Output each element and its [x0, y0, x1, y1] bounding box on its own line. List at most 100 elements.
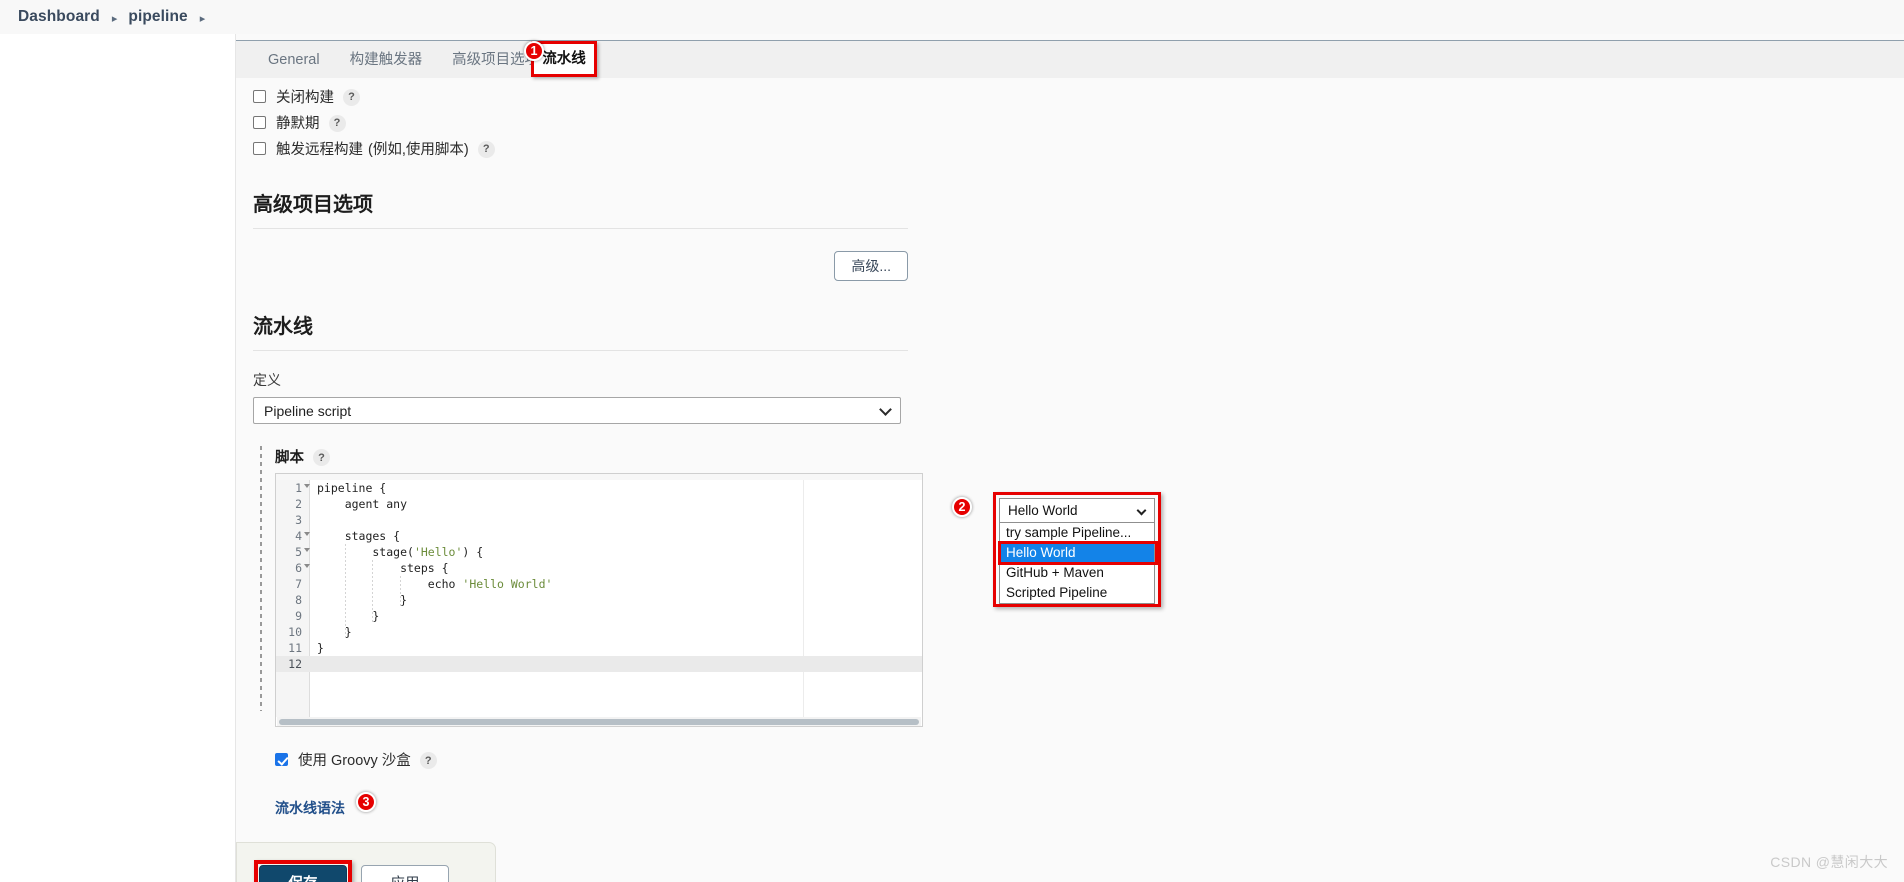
checkbox-label-disable-build: 关闭构建: [276, 89, 334, 106]
annotation-badge-1: 1: [524, 41, 544, 61]
editor-line[interactable]: 5 stage('Hello') {: [276, 544, 922, 560]
sample-dropdown-trigger[interactable]: Hello World: [999, 498, 1155, 523]
definition-select[interactable]: Pipeline script: [253, 397, 901, 424]
definition-label: 定义: [253, 372, 281, 388]
chevron-down-icon: [1136, 505, 1147, 516]
editor-line-number: 3: [295, 513, 302, 527]
editor-indent-guide: [372, 560, 374, 624]
editor-line-number: 11: [288, 641, 302, 655]
breadcrumb: Dashboard ▸ pipeline ▸: [0, 0, 1904, 34]
editor-indent-guide: [344, 544, 346, 640]
breadcrumb-dropdown-icon[interactable]: ▸: [200, 12, 206, 25]
editor-line-text: stages {: [317, 529, 401, 543]
checkbox-row-quiet-period[interactable]: 静默期 ?: [253, 111, 1904, 133]
checkbox-row-trigger-remote[interactable]: 触发远程构建 (例如,使用脚本) ?: [253, 137, 1904, 159]
editor-line-number: 5: [295, 545, 302, 559]
checkbox-quiet-period[interactable]: [253, 115, 266, 129]
editor-line-number: 12: [288, 657, 302, 671]
definition-select-value: Pipeline script: [264, 402, 352, 419]
editor-line-number: 9: [295, 609, 302, 623]
save-button[interactable]: 保存: [259, 865, 347, 882]
help-icon-groovy-sandbox[interactable]: ?: [419, 752, 437, 769]
tab-build-triggers[interactable]: 构建触发器: [335, 41, 438, 79]
sample-option-scripted-pipeline[interactable]: Scripted Pipeline: [1000, 583, 1154, 603]
checkbox-label-quiet-period: 静默期: [276, 115, 320, 132]
editor-line[interactable]: 2 agent any: [276, 496, 922, 512]
editor-line-number: 2: [295, 497, 302, 511]
code-fold-icon[interactable]: [304, 532, 310, 536]
editor-line-number: 10: [288, 625, 302, 639]
pipeline-syntax-link[interactable]: 流水线语法: [275, 798, 345, 818]
sample-dropdown-options[interactable]: try sample Pipeline... Hello World GitHu…: [998, 523, 1158, 604]
editor-line-text: steps {: [317, 561, 449, 575]
checkbox-disable-build[interactable]: [253, 89, 266, 103]
editor-line-number: 4: [295, 529, 302, 543]
form-action-buttons: 保存 应用: [259, 865, 449, 882]
editor-line[interactable]: 10 }: [276, 624, 922, 640]
jenkins-pipeline-config-page: Dashboard ▸ pipeline ▸ General 构建触发器 高级项…: [0, 0, 1904, 882]
sample-option-hello-world[interactable]: Hello World: [1000, 543, 1154, 563]
editor-line-text: }: [317, 593, 408, 607]
help-icon-trigger-remote[interactable]: ?: [477, 140, 495, 158]
editor-line-number: 8: [295, 593, 302, 607]
script-block-guide: [260, 446, 262, 711]
editor-line-text: }: [317, 625, 352, 639]
apply-button[interactable]: 应用: [361, 865, 449, 882]
code-fold-icon[interactable]: [304, 548, 310, 552]
editor-line[interactable]: 11}: [276, 640, 922, 656]
checkbox-groovy-sandbox[interactable]: [275, 753, 288, 766]
config-tab-bar: General 构建触发器 高级项目选项 流水线: [236, 40, 1904, 78]
editor-line-number: 6: [295, 561, 302, 575]
advanced-button-row: 高级...: [253, 229, 908, 281]
chevron-down-icon: [879, 402, 892, 416]
content-pane: General 构建触发器 高级项目选项 流水线 流水线 关闭构建 ?: [235, 34, 1904, 882]
advanced-button[interactable]: 高级...: [834, 251, 908, 281]
code-fold-icon[interactable]: [304, 484, 310, 488]
editor-line-text: }: [317, 641, 324, 655]
section-divider-pipeline: [253, 350, 908, 351]
checkbox-label-trigger-remote: 触发远程构建: [276, 141, 363, 158]
checkbox-sublabel-trigger-remote: (例如,使用脚本): [368, 141, 469, 158]
editor-indent-guide: [400, 576, 402, 608]
breadcrumb-separator-icon: ▸: [111, 12, 118, 25]
sample-pipeline-dropdown[interactable]: Hello World try sample Pipeline... Hello…: [993, 492, 1161, 607]
help-icon-script[interactable]: ?: [313, 449, 330, 466]
config-form: 关闭构建 ? 静默期 ? 触发远程构建 (例如,使用脚本) ? 高级项目选项 高…: [236, 78, 1904, 882]
tab-general[interactable]: General: [253, 41, 335, 79]
script-label-row: 脚本 ?: [253, 446, 1904, 467]
section-title-advanced-project-options: 高级项目选项: [253, 194, 373, 216]
editor-line-text: agent any: [317, 497, 408, 511]
breadcrumb-item-dashboard[interactable]: Dashboard: [18, 8, 100, 26]
checkbox-trigger-remote[interactable]: [253, 141, 266, 155]
editor-line-number: 7: [295, 577, 302, 591]
editor-line-text: stage('Hello') {: [317, 545, 484, 559]
script-label: 脚本: [275, 450, 304, 466]
editor-line-text: pipeline {: [317, 481, 387, 495]
editor-line[interactable]: 3: [276, 512, 922, 528]
editor-line-number: 1: [295, 481, 302, 495]
left-pane: [0, 34, 235, 882]
sample-option-try-sample-pipeline[interactable]: try sample Pipeline...: [1000, 523, 1154, 543]
editor-line[interactable]: 1 pipeline {: [276, 480, 922, 496]
checkbox-label-groovy-sandbox: 使用 Groovy 沙盒: [298, 753, 411, 769]
editor-line-text: }: [317, 609, 380, 623]
annotation-badge-3: 3: [356, 792, 376, 812]
page-body: General 构建触发器 高级项目选项 流水线 流水线 关闭构建 ?: [0, 34, 1904, 882]
annotation-badge-2: 2: [952, 497, 972, 517]
section-title-pipeline: 流水线: [253, 316, 313, 338]
editor-line[interactable]: 12: [276, 656, 922, 672]
checkbox-row-disable-build[interactable]: 关闭构建 ?: [253, 85, 1904, 107]
checkbox-row-groovy-sandbox[interactable]: 使用 Groovy 沙盒 ?: [275, 749, 1904, 770]
editor-line[interactable]: 4 stages {: [276, 528, 922, 544]
help-icon-disable-build[interactable]: ?: [343, 88, 360, 106]
sample-dropdown-selected-value: Hello World: [1008, 503, 1078, 518]
editor-horizontal-scrollbar[interactable]: [277, 717, 921, 726]
breadcrumb-item-pipeline[interactable]: pipeline: [128, 8, 187, 26]
watermark: CSDN @慧闲大大: [1770, 854, 1888, 870]
groovy-script-editor[interactable]: 1 pipeline {2 agent any 3 4 stages {5 stage…: [275, 473, 923, 727]
form-action-bar: 保存 应用: [236, 842, 496, 882]
editor-line-text: echo 'Hello World': [317, 577, 553, 591]
sample-option-github-maven[interactable]: GitHub + Maven: [1000, 563, 1154, 583]
code-fold-icon[interactable]: [304, 564, 310, 568]
help-icon-quiet-period[interactable]: ?: [328, 114, 346, 132]
